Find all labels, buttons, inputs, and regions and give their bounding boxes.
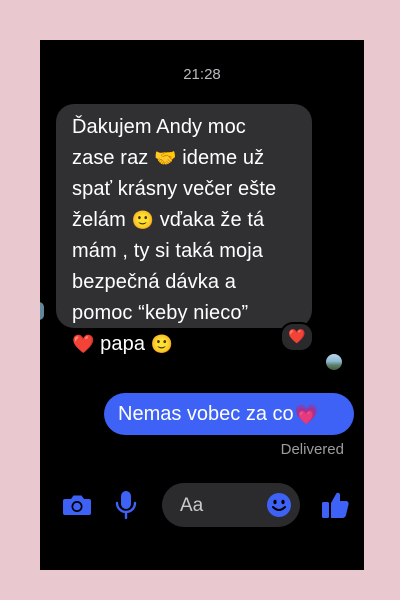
message-text: Nemas vobec za co [118, 402, 294, 425]
handshake-emoji: 🤝 [154, 148, 177, 169]
message-composer: Aa [40, 480, 364, 536]
outgoing-message-bubble[interactable]: Nemas vobec za co 💗 [104, 393, 354, 435]
incoming-message-bubble[interactable]: Ďakujem Andy moc zase raz 🤝 ideme už spa… [56, 104, 312, 355]
sender-avatar[interactable] [40, 302, 44, 320]
heart-reaction-badge[interactable]: ❤️ [280, 322, 314, 352]
read-receipt-avatar [326, 354, 342, 370]
heart-icon: ❤️ [288, 329, 306, 345]
heart-emoji: ❤️ [72, 334, 95, 355]
heart-emoji: 💗 [294, 403, 319, 426]
message-text: papa [94, 333, 151, 355]
delivery-status: Delivered [280, 441, 344, 458]
message-input-placeholder: Aa [180, 495, 204, 516]
emoji-icon[interactable] [266, 492, 292, 518]
message-input[interactable]: Aa [162, 483, 300, 527]
microphone-icon[interactable] [114, 489, 138, 521]
camera-icon[interactable] [62, 492, 92, 518]
chat-screen: 21:28 Ďakujem Andy moc zase raz 🤝 ideme … [40, 40, 364, 570]
smile-emoji: 🙂 [150, 334, 174, 355]
message-timestamp: 21:28 [183, 66, 221, 83]
thumbs-up-icon[interactable] [320, 489, 350, 521]
smile-emoji: 🙂 [131, 210, 155, 231]
